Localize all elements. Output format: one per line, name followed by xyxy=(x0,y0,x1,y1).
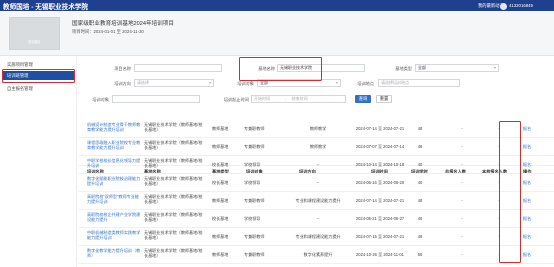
cell-training-name[interactable]: 中职学校校长信息化领导力提升培训 xyxy=(87,158,142,173)
cell-training-name[interactable]: 机械设计制造专业骨干教师教育教学能力提升培训 xyxy=(87,122,142,137)
project-name-label: 项目名称 xyxy=(114,66,131,71)
date-separator: - xyxy=(285,96,287,101)
cell-base-type: 教师基地 xyxy=(212,252,229,257)
cell-training-name[interactable]: 高职院校校企共建产业学院建设能力提升 xyxy=(87,212,142,227)
search-button[interactable]: 查询 xyxy=(355,95,371,103)
cell-target: 专兼职教师 xyxy=(244,252,265,257)
location-input[interactable]: 请选择培训地点 xyxy=(378,79,460,87)
sidebar-item-self-registration[interactable]: 自主报名管理 xyxy=(3,84,75,93)
reset-button[interactable]: 重置 xyxy=(376,95,392,103)
table-row: 数字化教学能力提升培训（教师） 无锡职业技术学院（教师基地/校长基地） 教师基地 专兼… xyxy=(79,246,554,264)
project-title: 国家级职业教育培训基地2024年培训项目 xyxy=(72,21,174,27)
cell-total: - xyxy=(461,252,463,257)
cell-training-name[interactable]: 数字化教学能力提升培训（教师） xyxy=(87,248,142,263)
direction-label: 培训方向 xyxy=(114,81,131,86)
cell-base-name: 无锡职业技术学院（教师基地/校长基地） xyxy=(144,122,203,133)
chevron-down-icon: ▾ xyxy=(208,80,211,85)
user-avatar-icon[interactable] xyxy=(500,2,507,10)
base-type-select[interactable]: 全部 ▾ xyxy=(415,64,499,72)
cell-hours: 56 xyxy=(417,252,423,257)
sidebar-highlight-box xyxy=(2,69,75,83)
project-logo: 暂无图片 xyxy=(9,17,60,50)
cell-base-name: 无锡职业技术学院（教师基地/校长基地） xyxy=(144,230,203,241)
cell-training-name[interactable]: 中职机械制造类教师实践教学能力提升培训 xyxy=(87,230,142,245)
base-type-label: 基地类型 xyxy=(395,66,412,71)
user-account-menu[interactable]: 4132016849 xyxy=(509,3,533,8)
logo-caption: 暂无图片 xyxy=(28,40,41,44)
cell-training-name[interactable]: 课程思政融入职业院校专业教育教学能力提升培训 xyxy=(87,140,142,155)
project-name-input[interactable] xyxy=(134,64,222,72)
cell-base-name: 无锡职业技术学院（教师基地/校长基地） xyxy=(144,212,203,223)
table-row: 数字化赋能职业院校治理能力提升培训 无锡职业技术学院（教师基地/校长基地） 校长基地… xyxy=(79,174,554,192)
direction-select[interactable]: 请选择 ▾ xyxy=(134,79,214,87)
sidebar-item-project-management[interactable]: 实施项目管理 xyxy=(3,60,75,69)
cell-base-name: 无锡职业技术学院（教师基地/校长基地） xyxy=(144,140,203,151)
class-target-input[interactable] xyxy=(112,95,200,103)
action-column-highlight-box xyxy=(499,121,521,263)
project-time: 项目时间：2024-01-01 至 2024-11-30 xyxy=(72,29,144,34)
end-date-placeholder: 结束时间 xyxy=(291,96,308,101)
direction-placeholder: 请选择 xyxy=(137,80,149,85)
cell-base-name: 无锡职业技术学院（教师基地/校长基地） xyxy=(144,158,203,169)
cell-time: 2024-10-26 至 2024-11-01 xyxy=(356,252,404,257)
table-row: 课程思政融入职业院校专业教育教学能力提升培训 无锡职业技术学院（教师基地/校长基地… xyxy=(79,138,554,156)
table-row: 高职院校校企共建产业学院建设能力提升 无锡职业技术学院（教师基地/校长基地） 校长基… xyxy=(79,210,554,228)
main-content: 项目名称 基地名称 无锡职业技术学院 基地类型 全部 ▾ 培训方向 请选择 ▾ 培训… xyxy=(79,56,554,267)
cell-base-name: 无锡职业技术学院（教师基地/校长基地） xyxy=(144,248,203,259)
date-range-picker[interactable]: 开始时间 - 结束时间 xyxy=(251,95,346,103)
chevron-down-icon: ▾ xyxy=(493,65,496,70)
table-row: 中职学校校长信息化领导力提升培训 无锡职业技术学院（教师基地/校长基地） 校长基地学… xyxy=(79,156,554,174)
table-row: 高职院校“双师型”教师专业能力提升培训 无锡职业技术学院（教师基地/校长基地） 教师… xyxy=(79,192,554,210)
class-target-label: 培训对象 xyxy=(92,97,109,102)
time-range-label: 培训起止时间 xyxy=(223,97,249,102)
start-date-placeholder: 开始时间 xyxy=(254,96,270,101)
sidebar: 实施项目管理 培训班管理 自主报名管理 xyxy=(0,56,77,267)
cell-base-name: 无锡职业技术学院（教师基地/校长基地） xyxy=(144,194,203,205)
location-placeholder: 请选择培训地点 xyxy=(381,80,409,85)
app-title: 教师国培 - 无锡职业技术学院 xyxy=(3,4,88,11)
target-label: 培训对象 xyxy=(237,81,254,86)
chevron-down-icon: ▾ xyxy=(335,80,338,85)
cell-training-name[interactable]: 数字化赋能职业院校治理能力提升培训 xyxy=(87,176,142,191)
cell-direction: 数字化素养提升 xyxy=(303,252,333,257)
table-row: 中职机械制造类教师实践教学能力提升培训 无锡职业技术学院（教师基地/校长基地） 教师… xyxy=(79,228,554,246)
base-type-value: 全部 xyxy=(418,65,426,70)
location-label: 培训地点 xyxy=(357,81,374,86)
table-row: 机械设计制造专业骨干教师教育教学能力提升培训 无锡职业技术学院（教师基地/校长基地… xyxy=(79,120,554,138)
top-bar: 教师国培 - 无锡职业技术学院 我的最新动态 4132016849 xyxy=(0,0,554,11)
base-name-highlight-box xyxy=(239,57,322,81)
cell-base-name: 无锡职业技术学院（教师基地/校长基地） xyxy=(144,176,203,187)
project-header: 暂无图片 国家级职业教育培训基地2024年培训项目 项目时间：2024-01-0… xyxy=(0,11,554,56)
cell-training-name[interactable]: 高职院校“双师型”教师专业能力提升培训 xyxy=(87,194,142,209)
